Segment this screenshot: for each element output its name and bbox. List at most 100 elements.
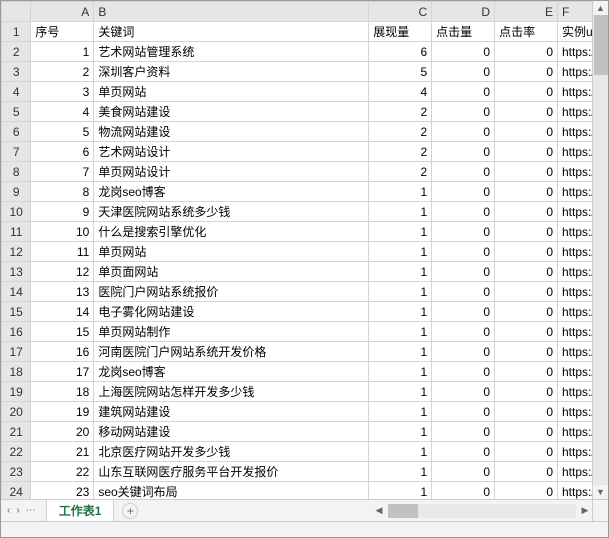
- cell[interactable]: 0: [432, 122, 495, 142]
- cell[interactable]: 0: [495, 222, 558, 242]
- cell[interactable]: 22: [31, 462, 94, 482]
- cell[interactable]: 关键词: [94, 22, 369, 42]
- row-header[interactable]: 3: [2, 62, 31, 82]
- cell[interactable]: 0: [495, 462, 558, 482]
- cell[interactable]: 1: [369, 302, 432, 322]
- select-all-corner[interactable]: [2, 2, 31, 22]
- scroll-down-arrow-icon[interactable]: ▼: [593, 485, 608, 499]
- cell[interactable]: 12: [31, 262, 94, 282]
- cell[interactable]: 0: [432, 182, 495, 202]
- row-header[interactable]: 16: [2, 322, 31, 342]
- cell[interactable]: 0: [432, 242, 495, 262]
- cell[interactable]: 0: [495, 442, 558, 462]
- horizontal-scrollbar[interactable]: ◀ ▶: [372, 499, 592, 521]
- cell[interactable]: 0: [495, 382, 558, 402]
- tab-nav-prev-icon[interactable]: ‹: [7, 505, 10, 516]
- cell[interactable]: 1: [369, 322, 432, 342]
- cell[interactable]: 13: [31, 282, 94, 302]
- row-header[interactable]: 8: [2, 162, 31, 182]
- cell[interactable]: 0: [495, 482, 558, 500]
- cell[interactable]: 深圳客户资料: [94, 62, 369, 82]
- cell[interactable]: 0: [495, 142, 558, 162]
- cell[interactable]: 18: [31, 382, 94, 402]
- cell[interactable]: 0: [432, 422, 495, 442]
- cell[interactable]: 0: [432, 362, 495, 382]
- cell[interactable]: 0: [495, 402, 558, 422]
- row-header[interactable]: 14: [2, 282, 31, 302]
- cell[interactable]: 0: [432, 322, 495, 342]
- cell[interactable]: 点击量: [432, 22, 495, 42]
- tab-nav-next-icon[interactable]: ›: [16, 505, 19, 516]
- cell[interactable]: 美食网站建设: [94, 102, 369, 122]
- cell[interactable]: 0: [432, 102, 495, 122]
- cell[interactable]: 1: [369, 462, 432, 482]
- hscroll-thumb[interactable]: [388, 504, 418, 518]
- cell[interactable]: 0: [495, 42, 558, 62]
- cell[interactable]: 0: [495, 342, 558, 362]
- cell[interactable]: 0: [495, 162, 558, 182]
- cell[interactable]: 2: [369, 122, 432, 142]
- col-header-A[interactable]: A: [31, 2, 94, 22]
- cell[interactable]: 10: [31, 222, 94, 242]
- cell[interactable]: 单页面网站: [94, 262, 369, 282]
- col-header-C[interactable]: C: [369, 2, 432, 22]
- cell[interactable]: 2: [369, 162, 432, 182]
- cell[interactable]: 什么是搜索引擎优化: [94, 222, 369, 242]
- col-header-D[interactable]: D: [432, 2, 495, 22]
- scroll-up-arrow-icon[interactable]: ▲: [593, 1, 608, 15]
- row-header[interactable]: 11: [2, 222, 31, 242]
- cell[interactable]: 11: [31, 242, 94, 262]
- cell[interactable]: 0: [432, 302, 495, 322]
- cell[interactable]: 1: [31, 42, 94, 62]
- cell[interactable]: seo关键词布局: [94, 482, 369, 500]
- spreadsheet-grid[interactable]: A B C D E F 1序号关键词展现量点击量点击率实例ur21艺术网站管理系…: [1, 1, 608, 499]
- cell[interactable]: 21: [31, 442, 94, 462]
- cell[interactable]: 0: [432, 382, 495, 402]
- cell[interactable]: 1: [369, 222, 432, 242]
- row-header[interactable]: 10: [2, 202, 31, 222]
- cell[interactable]: 0: [432, 342, 495, 362]
- cell[interactable]: 0: [495, 202, 558, 222]
- row-header[interactable]: 6: [2, 122, 31, 142]
- row-header[interactable]: 9: [2, 182, 31, 202]
- tab-nav-menu-icon[interactable]: ⋯: [26, 505, 36, 516]
- cell[interactable]: 0: [432, 462, 495, 482]
- vscroll-track[interactable]: [593, 15, 608, 485]
- cell[interactable]: 0: [495, 102, 558, 122]
- row-header[interactable]: 12: [2, 242, 31, 262]
- cell[interactable]: 1: [369, 242, 432, 262]
- row-header[interactable]: 21: [2, 422, 31, 442]
- cell[interactable]: 7: [31, 162, 94, 182]
- row-header[interactable]: 19: [2, 382, 31, 402]
- cell[interactable]: 建筑网站建设: [94, 402, 369, 422]
- cell[interactable]: 0: [432, 142, 495, 162]
- hscroll-track[interactable]: [388, 504, 576, 518]
- row-header[interactable]: 24: [2, 482, 31, 500]
- cell[interactable]: 0: [432, 62, 495, 82]
- row-header[interactable]: 13: [2, 262, 31, 282]
- cell[interactable]: 15: [31, 322, 94, 342]
- cell[interactable]: 河南医院门户网站系统开发价格: [94, 342, 369, 362]
- cell[interactable]: 0: [495, 322, 558, 342]
- cell[interactable]: 6: [31, 142, 94, 162]
- cell[interactable]: 16: [31, 342, 94, 362]
- cell[interactable]: 序号: [31, 22, 94, 42]
- cell[interactable]: 14: [31, 302, 94, 322]
- cell[interactable]: 1: [369, 482, 432, 500]
- cell[interactable]: 0: [432, 282, 495, 302]
- cell[interactable]: 20: [31, 422, 94, 442]
- cell[interactable]: 2: [369, 102, 432, 122]
- cell[interactable]: 艺术网站设计: [94, 142, 369, 162]
- cell[interactable]: 医院门户网站系统报价: [94, 282, 369, 302]
- cell[interactable]: 0: [432, 222, 495, 242]
- cell[interactable]: 1: [369, 262, 432, 282]
- cell[interactable]: 0: [495, 122, 558, 142]
- cell[interactable]: 1: [369, 442, 432, 462]
- cell[interactable]: 0: [432, 162, 495, 182]
- cell[interactable]: 1: [369, 382, 432, 402]
- cell[interactable]: 1: [369, 282, 432, 302]
- row-header[interactable]: 22: [2, 442, 31, 462]
- row-header[interactable]: 2: [2, 42, 31, 62]
- cell[interactable]: 1: [369, 422, 432, 442]
- cell[interactable]: 0: [495, 302, 558, 322]
